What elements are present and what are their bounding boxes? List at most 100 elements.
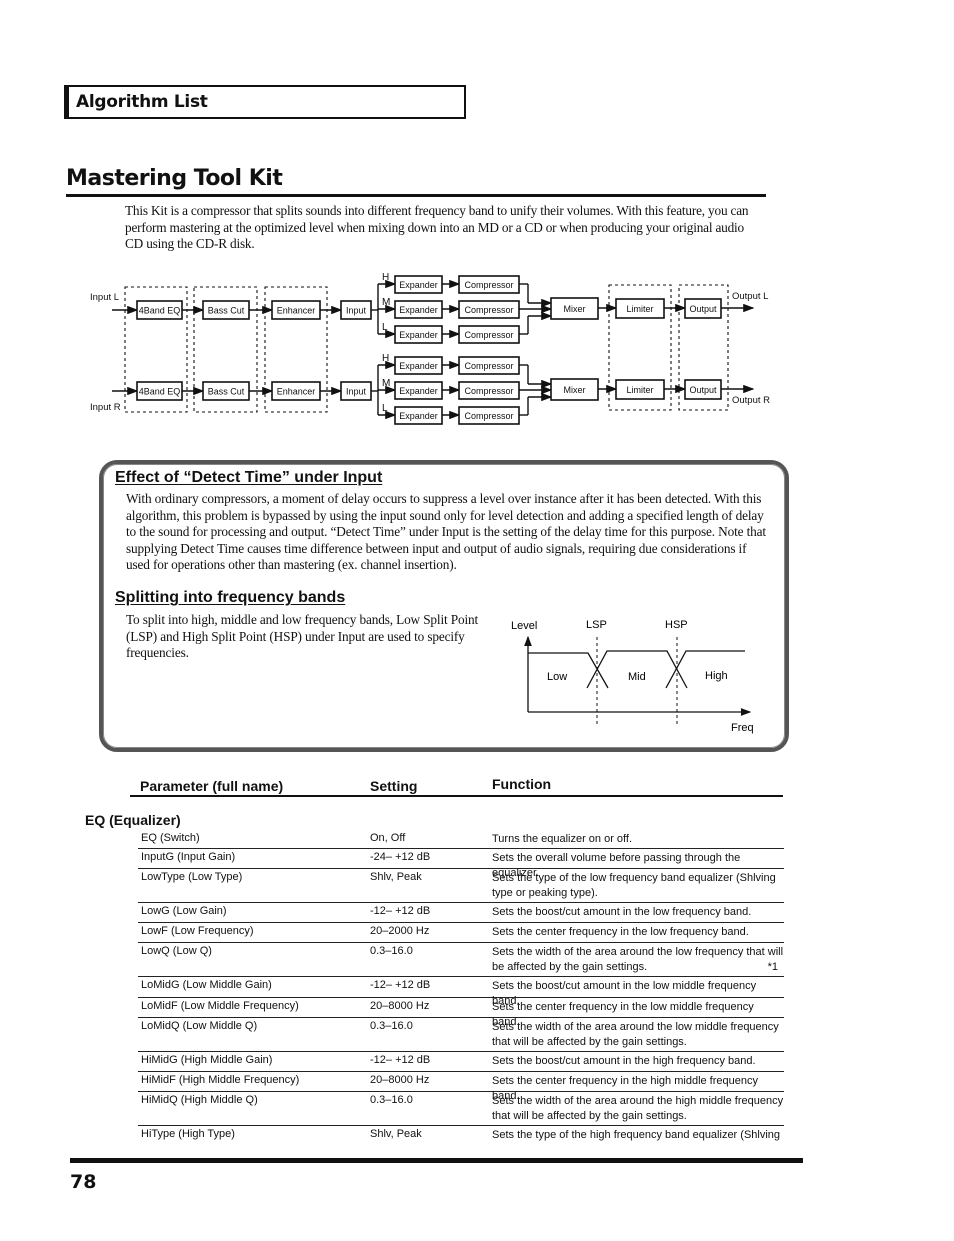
band-m-label-r: M — [382, 378, 390, 389]
input-box-r-label: Input — [346, 387, 367, 397]
param-function-text: Sets the boost/cut amount in the low fre… — [492, 906, 752, 918]
table-row: HiMidF (High Middle Frequency) 20–8000 Hz… — [138, 1074, 784, 1102]
param-function-text: Sets the center frequency in the low fre… — [492, 926, 749, 938]
param-name: LowF (Low Frequency) — [141, 925, 254, 937]
mixer-box-l-label: Mixer — [564, 304, 586, 314]
eq-box-l-label: 4Band EQ — [139, 306, 181, 316]
expander-box-l-m-label: Expander — [399, 305, 438, 315]
limiter-box-r-label: Limiter — [626, 385, 653, 395]
enhancer-box-r-label: Enhancer — [277, 387, 316, 397]
band-label-high: High — [705, 670, 728, 682]
col-header-function: Function — [492, 776, 552, 792]
basscut-box-l-label: Bass Cut — [208, 306, 245, 316]
param-name: LoMidQ (Low Middle Q) — [141, 1020, 258, 1032]
compressor-box-r-h-label: Compressor — [464, 361, 513, 371]
table-row: HiType (High Type) Shlv, Peak Sets the typ… — [138, 1128, 784, 1145]
param-name: LowQ (Low Q) — [141, 945, 212, 957]
input-l-label: Input L — [90, 292, 119, 303]
expander-box-l-l-label: Expander — [399, 330, 438, 340]
detect-time-paragraph: With ordinary compressors, a moment of d… — [126, 491, 766, 572]
param-setting: 20–8000 Hz — [370, 1000, 430, 1012]
band-h-label-l: H — [382, 272, 389, 283]
output-r-label: Output R — [732, 395, 770, 406]
basscut-box-r-label: Bass Cut — [208, 387, 245, 397]
param-name: EQ (Switch) — [141, 832, 200, 844]
table-row: LowG (Low Gain) -12– +12 dB Sets the boost… — [138, 905, 784, 923]
table-section-eq: EQ (Equalizer) — [85, 812, 181, 828]
param-setting: -12– +12 dB — [370, 979, 431, 991]
param-setting: Shlv, Peak — [370, 1128, 422, 1140]
compressor-box-l-h-label: Compressor — [464, 280, 513, 290]
param-function: Sets the boost/cut amount in the high fr… — [492, 1054, 784, 1069]
param-function-text: Sets the type of the high frequency band… — [492, 1129, 781, 1141]
param-function: Turns the equalizer on or off. — [492, 832, 784, 847]
footer-rule — [70, 1158, 803, 1163]
param-function: Sets the width of the area around the lo… — [492, 1020, 784, 1049]
limiter-box-l-label: Limiter — [626, 304, 653, 314]
frequency-split-graph: Level LSP HSP Low Mid High Freq — [511, 619, 754, 734]
table-row: LowType (Low Type) Shlv, Peak Sets the typ… — [138, 871, 784, 903]
table-row: LowQ (Low Q) 0.3–16.0 Sets the width of th… — [138, 945, 784, 977]
param-function-text: Sets the width of the area around the hi… — [492, 1095, 784, 1122]
param-setting: 0.3–16.0 — [370, 1094, 413, 1106]
param-setting: -12– +12 dB — [370, 1054, 431, 1066]
enhancer-box-l-label: Enhancer — [277, 306, 316, 316]
param-setting: On, Off — [370, 832, 406, 844]
param-setting: 0.3–16.0 — [370, 945, 413, 957]
detect-time-heading: Effect of “Detect Time” under Input — [115, 469, 383, 486]
footnote-ref: *1 — [767, 960, 778, 973]
param-setting: -12– +12 dB — [370, 905, 431, 917]
table-row: HiMidG (High Middle Gain) -12– +12 dB Sets… — [138, 1054, 784, 1072]
table-row: LowF (Low Frequency) 20–2000 Hz Sets the c… — [138, 925, 784, 943]
compressor-box-r-l-label: Compressor — [464, 411, 513, 421]
band-label-mid: Mid — [628, 671, 646, 683]
compressor-box-l-m-label: Compressor — [464, 305, 513, 315]
param-function: Sets the width of the area around the hi… — [492, 1094, 784, 1123]
param-function-text: Sets the type of the low frequency band … — [492, 872, 776, 899]
param-name: HiType (High Type) — [141, 1128, 235, 1140]
param-function: Sets the boost/cut amount in the low fre… — [492, 905, 784, 920]
param-name: HiMidQ (High Middle Q) — [141, 1094, 258, 1106]
graph-hsp-label: HSP — [665, 619, 688, 631]
graph-ylabel: Level — [511, 620, 537, 632]
param-setting: Shlv, Peak — [370, 871, 422, 883]
param-function: Sets the type of the high frequency band… — [492, 1128, 784, 1143]
band-h-label-r: H — [382, 353, 389, 364]
compressor-box-r-m-label: Compressor — [464, 386, 513, 396]
param-function: Sets the width of the area around the lo… — [492, 945, 784, 974]
expander-box-l-h-label: Expander — [399, 280, 438, 290]
param-setting: -24– +12 dB — [370, 851, 431, 863]
input-r-label: Input R — [90, 402, 121, 413]
param-function: Sets the type of the low frequency band … — [492, 871, 784, 900]
band-l-label-l: L — [382, 322, 388, 333]
table-row: InputG (Input Gain) -24– +12 dB Sets the o… — [138, 851, 784, 879]
param-function-text: Turns the equalizer on or off. — [492, 833, 633, 845]
band-l-label-r: L — [382, 403, 388, 414]
param-setting: 20–2000 Hz — [370, 925, 430, 937]
param-setting: 20–8000 Hz — [370, 1074, 430, 1086]
output-box-l-label: Output — [689, 304, 717, 314]
table-row: LoMidG (Low Middle Gain) -12– +12 dB Sets … — [138, 979, 784, 1007]
param-function: Sets the center frequency in the low fre… — [492, 925, 784, 940]
param-function-text: Sets the boost/cut amount in the high fr… — [492, 1055, 756, 1067]
expander-box-r-m-label: Expander — [399, 386, 438, 396]
table-row: LoMidF (Low Middle Frequency) 20–8000 Hz S… — [138, 1000, 784, 1028]
param-name: InputG (Input Gain) — [141, 851, 236, 863]
graph-xlabel: Freq — [731, 722, 754, 734]
band-label-low: Low — [547, 671, 567, 683]
mixer-box-r-label: Mixer — [564, 385, 586, 395]
input-box-l-label: Input — [346, 306, 367, 316]
col-header-parameter: Parameter (full name) — [140, 778, 284, 794]
param-function-text: Sets the width of the area around the lo… — [492, 1021, 779, 1048]
graph-lsp-label: LSP — [586, 619, 607, 631]
page-number: 78 — [70, 1171, 97, 1193]
param-function-text: Sets the width of the area around the lo… — [492, 946, 784, 973]
param-setting: 0.3–16.0 — [370, 1020, 413, 1032]
param-name: LowG (Low Gain) — [141, 905, 227, 917]
output-box-r-label: Output — [689, 385, 717, 395]
band-m-label-l: M — [382, 297, 390, 308]
compressor-box-l-l-label: Compressor — [464, 330, 513, 340]
param-name: LowType (Low Type) — [141, 871, 243, 883]
table-header-rule — [130, 795, 783, 797]
expander-box-r-h-label: Expander — [399, 361, 438, 371]
